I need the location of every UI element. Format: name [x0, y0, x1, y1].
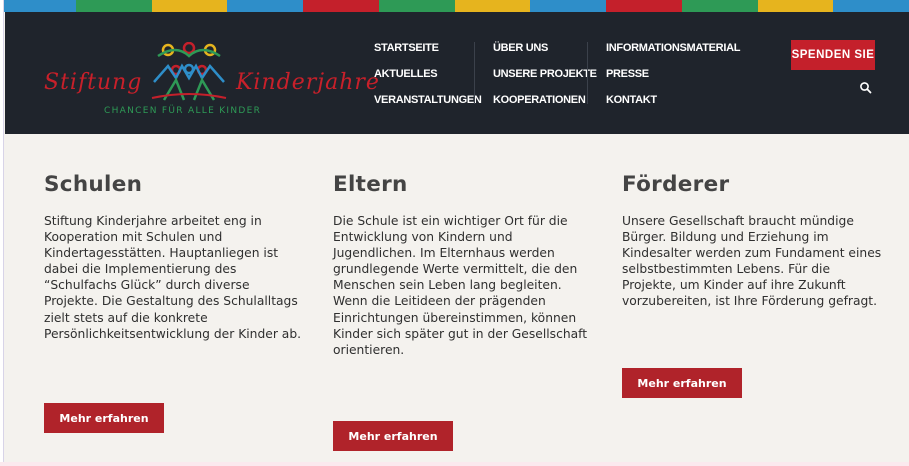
donate-button[interactable]: SPENDEN SIE — [791, 40, 875, 70]
logo-text-left: Stiftung — [44, 70, 143, 95]
stripe-segment — [606, 0, 682, 12]
stripe-segment — [833, 0, 909, 12]
stripe-segment — [681, 0, 758, 12]
logo-text-right: Kinderjahre — [236, 70, 380, 95]
site-header: Stiftung Kinderjahre CHANCEN FÜR ALLE KI… — [5, 12, 909, 134]
section-title-foerderer: Förderer — [622, 172, 730, 197]
nav-column-3: INFORMATIONSMATERIAL PRESSE KONTAKT — [587, 42, 747, 107]
stripe-segment — [757, 0, 834, 12]
section-text-schulen: Stiftung Kinderjahre arbeitet eng in Koo… — [44, 214, 302, 341]
stripe-segment — [227, 0, 303, 12]
more-button-schulen[interactable]: Mehr erfahren — [44, 403, 164, 433]
nav-item-ueber-uns[interactable]: ÜBER UNS — [493, 42, 594, 55]
section-title-schulen: Schulen — [44, 172, 143, 197]
children-figures-icon — [151, 42, 227, 101]
section-eltern: Eltern Die Schule ist ein wichtiger Ort … — [333, 172, 593, 358]
stripe-segment — [378, 0, 455, 12]
section-title-eltern: Eltern — [333, 172, 408, 197]
nav-item-informationsmaterial[interactable]: INFORMATIONSMATERIAL — [606, 42, 747, 55]
search-icon[interactable] — [859, 81, 873, 95]
section-text-foerderer: Unsere Gesellschaft braucht mündige Bürg… — [622, 214, 882, 309]
logo-tagline: CHANCEN FÜR ALLE KINDER — [104, 106, 262, 116]
more-button-eltern[interactable]: Mehr erfahren — [333, 421, 453, 451]
frame-border-bottom — [0, 462, 909, 466]
nav-item-kooperationen[interactable]: KOOPERATIONEN — [493, 94, 594, 107]
nav-item-kontakt[interactable]: KONTAKT — [606, 94, 747, 107]
stripe-segment — [0, 0, 76, 12]
stripe-segment — [303, 0, 379, 12]
stripe-segment — [75, 0, 152, 12]
stripe-segment — [151, 0, 228, 12]
section-text-eltern: Die Schule ist ein wichtiger Ort für die… — [333, 214, 588, 357]
nav-item-unsere-projekte[interactable]: UNSERE PROJEKTE — [493, 68, 597, 81]
nav-column-2: ÜBER UNS UNSERE PROJEKTE KOOPERATIONEN — [474, 42, 597, 107]
nav-item-presse[interactable]: PRESSE — [606, 68, 747, 81]
frame-border-left — [0, 0, 4, 466]
stripe-segment — [454, 0, 531, 12]
section-schulen: Schulen Stiftung Kinderjahre arbeitet en… — [44, 172, 304, 342]
stripe-segment — [530, 0, 606, 12]
more-button-foerderer[interactable]: Mehr erfahren — [622, 368, 742, 398]
site-logo[interactable]: Stiftung Kinderjahre CHANCEN FÜR ALLE KI… — [44, 42, 379, 122]
section-foerderer: Förderer Unsere Gesellschaft braucht mün… — [622, 172, 882, 310]
color-stripe — [0, 0, 909, 12]
